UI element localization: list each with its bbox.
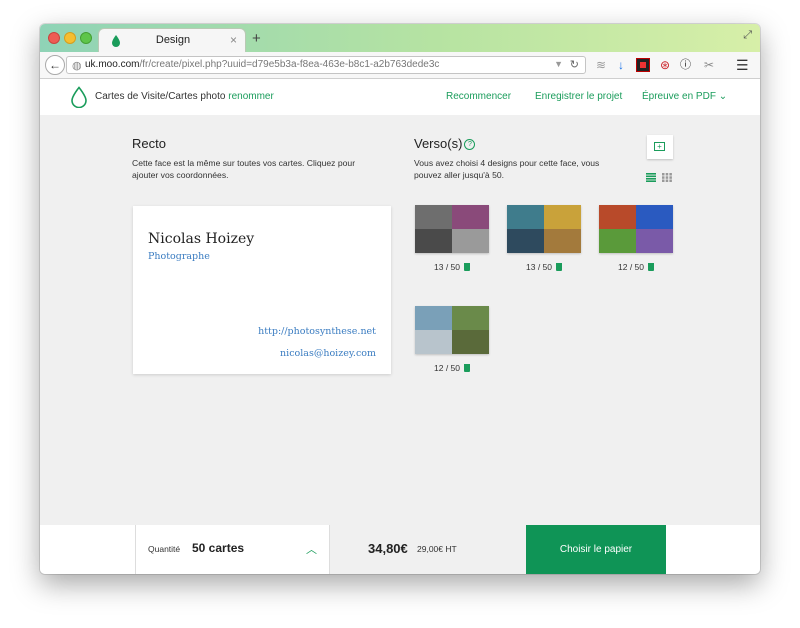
price-total: 34,80€ [368, 541, 408, 556]
rename-link[interactable]: renommer [228, 91, 274, 102]
grid-view-icon[interactable] [662, 173, 672, 182]
design-thumbnail[interactable] [415, 306, 489, 354]
thumbnail-photo [415, 205, 452, 229]
back-icon[interactable]: ← [45, 55, 65, 75]
design-thumbnail[interactable] [507, 205, 581, 253]
moo-logo-icon[interactable] [70, 86, 88, 108]
minimize-window-button[interactable] [64, 32, 76, 44]
list-view-icon[interactable] [646, 173, 656, 182]
choose-paper-button[interactable]: Choisir le papier [526, 525, 666, 574]
reload-icon[interactable]: ↻ [570, 58, 579, 71]
design-count: 12 / 50 [415, 363, 489, 373]
card-website: http://photosynthese.net [258, 326, 376, 337]
recto-card-preview[interactable]: Nicolas Hoizey Photographe http://photos… [133, 206, 391, 374]
trash-icon[interactable] [464, 364, 470, 372]
pdf-proof-link[interactable]: Épreuve en PDF ⌄ [642, 91, 727, 102]
design-thumbnail[interactable] [415, 205, 489, 253]
product-title: Cartes de Visite/Cartes photo renommer [95, 91, 274, 102]
thumbnail-photo [599, 229, 636, 253]
restart-link[interactable]: Recommencer [446, 91, 511, 102]
card-email: nicolas@hoizey.com [280, 348, 376, 359]
price-excl-tax: 29,00€ HT [417, 544, 457, 554]
save-project-link[interactable]: Enregistrer le projet [535, 91, 622, 102]
design-count: 13 / 50 [507, 262, 581, 272]
quantity-label: Quantité [148, 544, 181, 554]
thumbnail-photo [452, 229, 489, 253]
design-count: 13 / 50 [415, 262, 489, 272]
trash-icon[interactable] [556, 263, 562, 271]
thumbnail-photo [544, 229, 581, 253]
tab-close-icon[interactable]: × [230, 33, 237, 47]
quantity-value: 50 cartes [192, 541, 245, 555]
zoom-window-button[interactable] [80, 32, 92, 44]
thumbnail-photo [507, 205, 544, 229]
help-icon[interactable]: ? [464, 139, 476, 151]
browser-tab[interactable]: Design × [98, 28, 246, 52]
navigation-bar: ← ◍ uk.moo.com/fr/create/pixel.php?uuid=… [40, 52, 760, 79]
close-window-button[interactable] [48, 32, 60, 44]
chevron-up-icon[interactable]: ︿ [306, 541, 317, 557]
card-name: Nicolas Hoizey [148, 231, 255, 247]
design-thumbnail[interactable] [599, 205, 673, 253]
thumbnail-photo [636, 205, 673, 229]
card-role: Photographe [148, 251, 210, 262]
add-image-icon: + [654, 142, 665, 151]
fullscreen-icon[interactable]: ⤢ [743, 29, 752, 42]
design-workspace: Recto Cette face est la même sur toutes … [40, 115, 760, 525]
thumbnail-photo [415, 306, 452, 330]
pinterest-icon[interactable]: ⊛ [660, 56, 670, 74]
new-tab-button[interactable]: + [252, 30, 261, 47]
recto-description: Cette face est la même sur toutes vos ca… [132, 158, 356, 180]
tab-bar: Design × + ⤢ [40, 24, 760, 52]
thumbnail-photo [544, 205, 581, 229]
rss-icon[interactable]: ≋ [596, 56, 606, 74]
order-bar: Quantité 50 cartes ︿ 34,80€ 29,00€ HT Ch… [40, 525, 760, 574]
menu-icon[interactable]: ☰ [736, 56, 749, 74]
red-extension-icon[interactable] [636, 58, 650, 72]
verso-title: Verso(s)? [414, 136, 476, 151]
thumbnail-photo [415, 330, 452, 354]
address-bar[interactable]: ◍ uk.moo.com/fr/create/pixel.php?uuid=d7… [66, 56, 586, 74]
thumbnail-photo [636, 229, 673, 253]
add-design-button[interactable]: + [647, 135, 673, 159]
thumbnail-photo [452, 330, 489, 354]
trash-icon[interactable] [464, 263, 470, 271]
site-header: Cartes de Visite/Cartes photo renommer R… [40, 79, 760, 115]
chevron-down-icon: ⌄ [718, 91, 728, 102]
thumbnail-photo [452, 306, 489, 330]
globe-icon: ◍ [72, 60, 82, 72]
tab-title: Design [155, 34, 191, 46]
recto-title: Recto [132, 136, 166, 151]
download-icon[interactable]: ↓ [618, 56, 624, 74]
url-dropdown-icon[interactable]: ▼ [554, 59, 563, 69]
browser-window: Design × + ⤢ ← ◍ uk.moo.com/fr/create/pi… [40, 24, 760, 574]
thumbnail-photo [415, 229, 452, 253]
thumbnail-photo [507, 229, 544, 253]
quantity-selector[interactable]: Quantité 50 cartes ︿ [135, 525, 330, 574]
verso-description: Vous avez choisi 4 designs pour cette fa… [414, 158, 600, 180]
design-count: 12 / 50 [599, 262, 673, 272]
price-panel: 34,80€ 29,00€ HT [330, 525, 526, 574]
info-icon[interactable]: ⓘ [680, 56, 691, 74]
tools-icon[interactable]: ✂ [704, 56, 714, 74]
url-text: uk.moo.com/fr/create/pixel.php?uuid=d79e… [85, 59, 440, 70]
trash-icon[interactable] [648, 263, 654, 271]
thumbnail-photo [599, 205, 636, 229]
thumbnail-photo [452, 205, 489, 229]
